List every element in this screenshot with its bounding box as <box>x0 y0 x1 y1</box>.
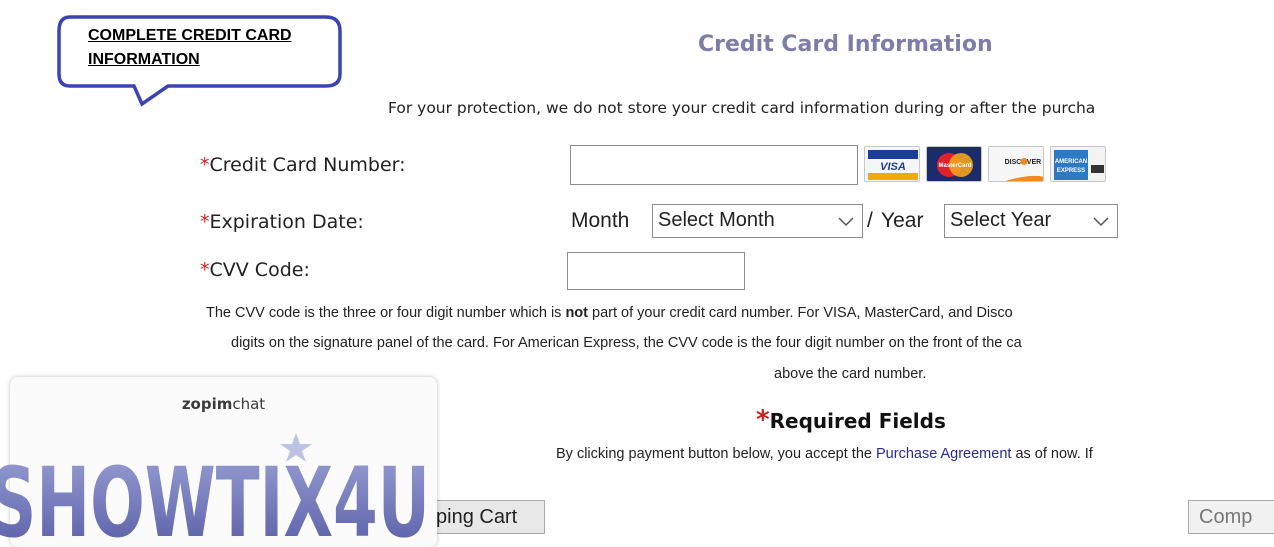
required-fields-note: *Required Fields <box>756 405 946 435</box>
month-select-value: Select Month <box>658 209 775 231</box>
purchase-agreement-link[interactable]: Purchase Agreement <box>876 446 1011 462</box>
visa-card-icon: VISA <box>864 146 920 182</box>
month-label: Month <box>571 209 630 232</box>
svg-text:VISA: VISA <box>880 161 906 173</box>
chat-brand: zopimchat <box>10 395 437 413</box>
chevron-down-icon <box>1093 217 1109 227</box>
expiration-label-text: Expiration Date: <box>209 211 364 233</box>
agreement-text-after: as of now. If <box>1011 446 1093 462</box>
year-select[interactable]: Select Year <box>944 204 1118 238</box>
showtix4u-logo: SHOWTIX4U <box>0 430 430 547</box>
chevron-down-icon <box>838 217 854 227</box>
svg-text:SHOWTIX4U: SHOWTIX4U <box>0 447 430 538</box>
month-select[interactable]: Select Month <box>652 204 863 238</box>
year-select-value: Select Year <box>950 209 1052 231</box>
complete-purchase-button[interactable]: Comp <box>1188 500 1274 534</box>
required-marker: * <box>200 211 210 233</box>
cvv-help-line3: above the card number. <box>774 366 927 382</box>
required-marker: * <box>200 259 210 281</box>
cvv-label: *CVV Code: <box>200 259 310 281</box>
required-marker: * <box>200 154 210 176</box>
svg-text:EXPRESS: EXPRESS <box>1057 168 1085 174</box>
required-fields-text: Required Fields <box>769 409 946 433</box>
card-number-input[interactable] <box>570 145 858 185</box>
callout-text: COMPLETE CREDIT CARD INFORMATION <box>88 27 292 68</box>
shopping-cart-button-label: ping Cart <box>436 506 518 528</box>
card-number-label-text: Credit Card Number: <box>209 154 406 176</box>
instruction-callout: COMPLETE CREDIT CARD INFORMATION <box>56 14 342 107</box>
mastercard-icon: MasterCard <box>926 146 982 182</box>
svg-text:AMERICAN: AMERICAN <box>1055 159 1087 165</box>
cvv-help-line2: digits on the signature panel of the car… <box>231 335 1022 351</box>
cvv-label-text: CVV Code: <box>209 259 310 281</box>
card-number-label: *Credit Card Number: <box>200 154 406 176</box>
cvv-help-text: The CVV code is the three or four digit … <box>206 305 566 321</box>
svg-text:MasterCard: MasterCard <box>938 163 971 169</box>
discover-card-icon: DISC VER <box>988 146 1044 182</box>
expiration-label: *Expiration Date: <box>200 211 364 233</box>
protection-notice: For your protection, we do not store you… <box>388 99 1096 117</box>
section-title: Credit Card Information <box>698 32 993 57</box>
chat-brand-rest: chat <box>232 395 266 413</box>
cvv-help-emphasis: not <box>565 305 588 321</box>
cvv-help-line1: The CVV code is the three or four digit … <box>206 305 1013 321</box>
agreement-text-before: By clicking payment button below, you ac… <box>556 446 876 462</box>
cvv-input[interactable] <box>567 252 745 290</box>
required-marker: * <box>756 405 770 435</box>
cvv-help-text: part of your credit card number. For VIS… <box>588 305 1013 321</box>
chat-brand-bold: zopim <box>181 395 233 413</box>
complete-purchase-button-label: Comp <box>1199 506 1253 528</box>
date-separator: / <box>867 209 873 232</box>
agreement-text: By clicking payment button below, you ac… <box>556 446 1093 462</box>
svg-text:DISC: DISC <box>1005 159 1022 166</box>
year-label: Year <box>881 209 924 232</box>
svg-text:VER: VER <box>1027 159 1041 166</box>
amex-card-icon: AMERICAN EXPRESS <box>1050 146 1106 182</box>
